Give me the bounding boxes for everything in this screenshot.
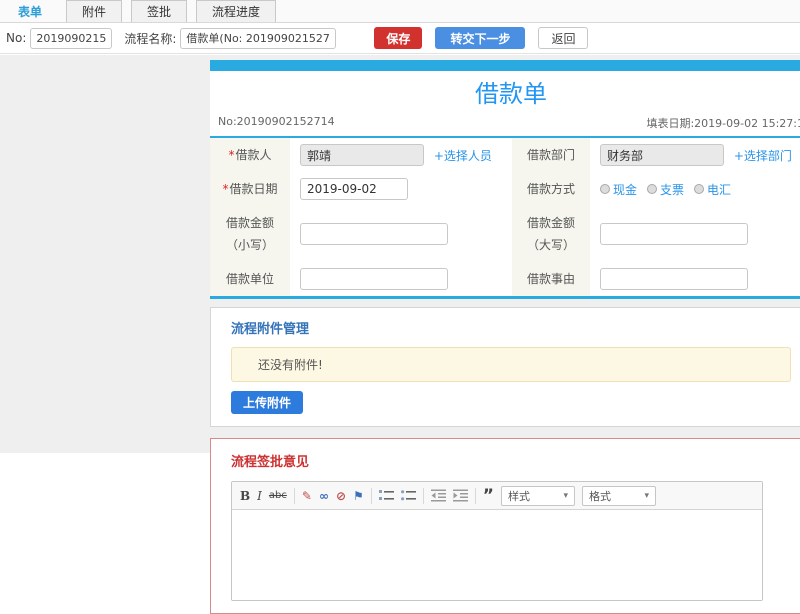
form-title: 借款单 xyxy=(210,71,800,107)
radio-icon[interactable] xyxy=(600,184,610,194)
approval-title: 流程签批意见 xyxy=(231,451,791,470)
approval-card: 流程签批意见 B I abc ✎ ∞ ⊘ ⚑ xyxy=(210,438,800,614)
select-person-link[interactable]: +选择人员 xyxy=(434,149,492,163)
toolbar-separator xyxy=(423,488,424,504)
amount-upper-label: 借款金额（大写） xyxy=(512,206,590,262)
no-attachments-notice: 还没有附件! xyxy=(231,347,791,382)
amount-upper-cell xyxy=(590,206,800,262)
save-button[interactable]: 保存 xyxy=(374,27,422,49)
radio-icon[interactable] xyxy=(694,184,704,194)
table-row: *借款日期 借款方式 现金 支票 xyxy=(210,172,800,206)
style-dropdown[interactable]: 样式▾ xyxy=(501,486,575,506)
toolbar-separator xyxy=(371,488,372,504)
toolbar-separator xyxy=(294,488,295,504)
unit-input[interactable] xyxy=(300,268,448,290)
reason-label: 借款事由 xyxy=(512,262,590,296)
chevron-down-icon: ▾ xyxy=(644,491,649,501)
attachments-title: 流程附件管理 xyxy=(231,318,791,337)
amount-lower-label: 借款金额（小写） xyxy=(210,206,290,262)
panel-top-bar xyxy=(210,60,800,71)
radio-cheque[interactable]: 支票 xyxy=(647,181,684,198)
department-input[interactable] xyxy=(600,144,724,166)
loan-form-card: 借款单 No:20190902152714 填表日期:2019-09-02 15… xyxy=(210,71,800,299)
no-input[interactable] xyxy=(30,28,112,49)
required-asterisk: * xyxy=(222,182,228,196)
tab-progress[interactable]: 流程进度 xyxy=(196,0,276,22)
italic-icon[interactable]: I xyxy=(257,489,262,503)
link-icon[interactable]: ∞ xyxy=(319,489,329,503)
outdent-icon[interactable] xyxy=(431,489,446,502)
amount-lower-input[interactable] xyxy=(300,223,448,245)
editor-toolbar: B I abc ✎ ∞ ⊘ ⚑ xyxy=(232,482,762,510)
borrower-label: *借款人 xyxy=(210,138,290,172)
toolbar-separator xyxy=(475,488,476,504)
blockquote-icon[interactable]: ” xyxy=(483,491,494,501)
tab-attachment[interactable]: 附件 xyxy=(66,0,122,22)
amount-lower-cell xyxy=(290,206,512,262)
numbered-list-icon[interactable] xyxy=(379,489,394,502)
loan-form-table: *借款人 +选择人员 借款部门 +选择部门 *借款日期 xyxy=(210,138,800,296)
department-label: 借款部门 xyxy=(512,138,590,172)
strikethrough-icon[interactable]: abc xyxy=(269,489,287,503)
table-row: 借款金额（小写） 借款金额（大写） xyxy=(210,206,800,262)
command-bar: No: 流程名称: 保存 转交下一步 返回 xyxy=(0,23,800,54)
upload-attachment-button[interactable]: 上传附件 xyxy=(231,391,303,414)
borrow-date-cell xyxy=(290,172,512,206)
borrow-date-input[interactable] xyxy=(300,178,408,200)
tab-form[interactable]: 表单 xyxy=(8,0,52,22)
radio-icon[interactable] xyxy=(647,184,657,194)
tab-approve[interactable]: 签批 xyxy=(131,0,187,22)
process-name-label: 流程名称: xyxy=(124,30,176,47)
fill-date: 填表日期:2019-09-02 15:27:1 xyxy=(646,115,800,131)
payment-method-cell: 现金 支票 电汇 xyxy=(590,172,800,206)
form-meta: No:20190902152714 填表日期:2019-09-02 15:27:… xyxy=(210,107,800,136)
reason-cell xyxy=(590,262,800,296)
select-department-link[interactable]: +选择部门 xyxy=(734,149,792,163)
table-row: *借款人 +选择人员 借款部门 +选择部门 xyxy=(210,138,800,172)
format-painter-icon[interactable]: ✎ xyxy=(302,489,312,503)
rich-text-editor: B I abc ✎ ∞ ⊘ ⚑ xyxy=(231,481,763,601)
borrower-input[interactable] xyxy=(300,144,424,166)
main-panel: 借款单 No:20190902152714 填表日期:2019-09-02 15… xyxy=(210,60,800,614)
no-label: No: xyxy=(6,31,26,45)
department-cell: +选择部门 xyxy=(590,138,800,172)
radio-wire[interactable]: 电汇 xyxy=(694,181,731,198)
payment-method-label: 借款方式 xyxy=(512,172,590,206)
tab-strip: 表单 附件 签批 流程进度 xyxy=(0,0,800,23)
bold-icon[interactable]: B xyxy=(240,489,250,503)
attachments-card: 流程附件管理 还没有附件! 上传附件 xyxy=(210,307,800,427)
reason-input[interactable] xyxy=(600,268,748,290)
content-area: 借款单 No:20190902152714 填表日期:2019-09-02 15… xyxy=(0,55,800,453)
borrower-cell: +选择人员 xyxy=(290,138,512,172)
next-step-button[interactable]: 转交下一步 xyxy=(435,27,525,49)
indent-icon[interactable] xyxy=(453,489,468,502)
required-asterisk: * xyxy=(228,148,234,162)
process-name-input[interactable] xyxy=(180,28,336,49)
radio-cash[interactable]: 现金 xyxy=(600,181,637,198)
doc-number: No:20190902152714 xyxy=(218,115,335,131)
back-button[interactable]: 返回 xyxy=(538,27,588,49)
bullet-list-icon[interactable] xyxy=(401,489,416,502)
borrow-date-label: *借款日期 xyxy=(210,172,290,206)
unit-label: 借款单位 xyxy=(210,262,290,296)
payment-method-radios: 现金 支票 电汇 xyxy=(600,181,800,198)
format-dropdown[interactable]: 格式▾ xyxy=(582,486,656,506)
unit-cell xyxy=(290,262,512,296)
editor-content-area[interactable] xyxy=(232,510,762,600)
chevron-down-icon: ▾ xyxy=(563,491,568,501)
unlink-icon[interactable]: ⊘ xyxy=(336,489,346,503)
table-row: 借款单位 借款事由 xyxy=(210,262,800,296)
anchor-flag-icon[interactable]: ⚑ xyxy=(353,489,364,503)
amount-upper-input[interactable] xyxy=(600,223,748,245)
